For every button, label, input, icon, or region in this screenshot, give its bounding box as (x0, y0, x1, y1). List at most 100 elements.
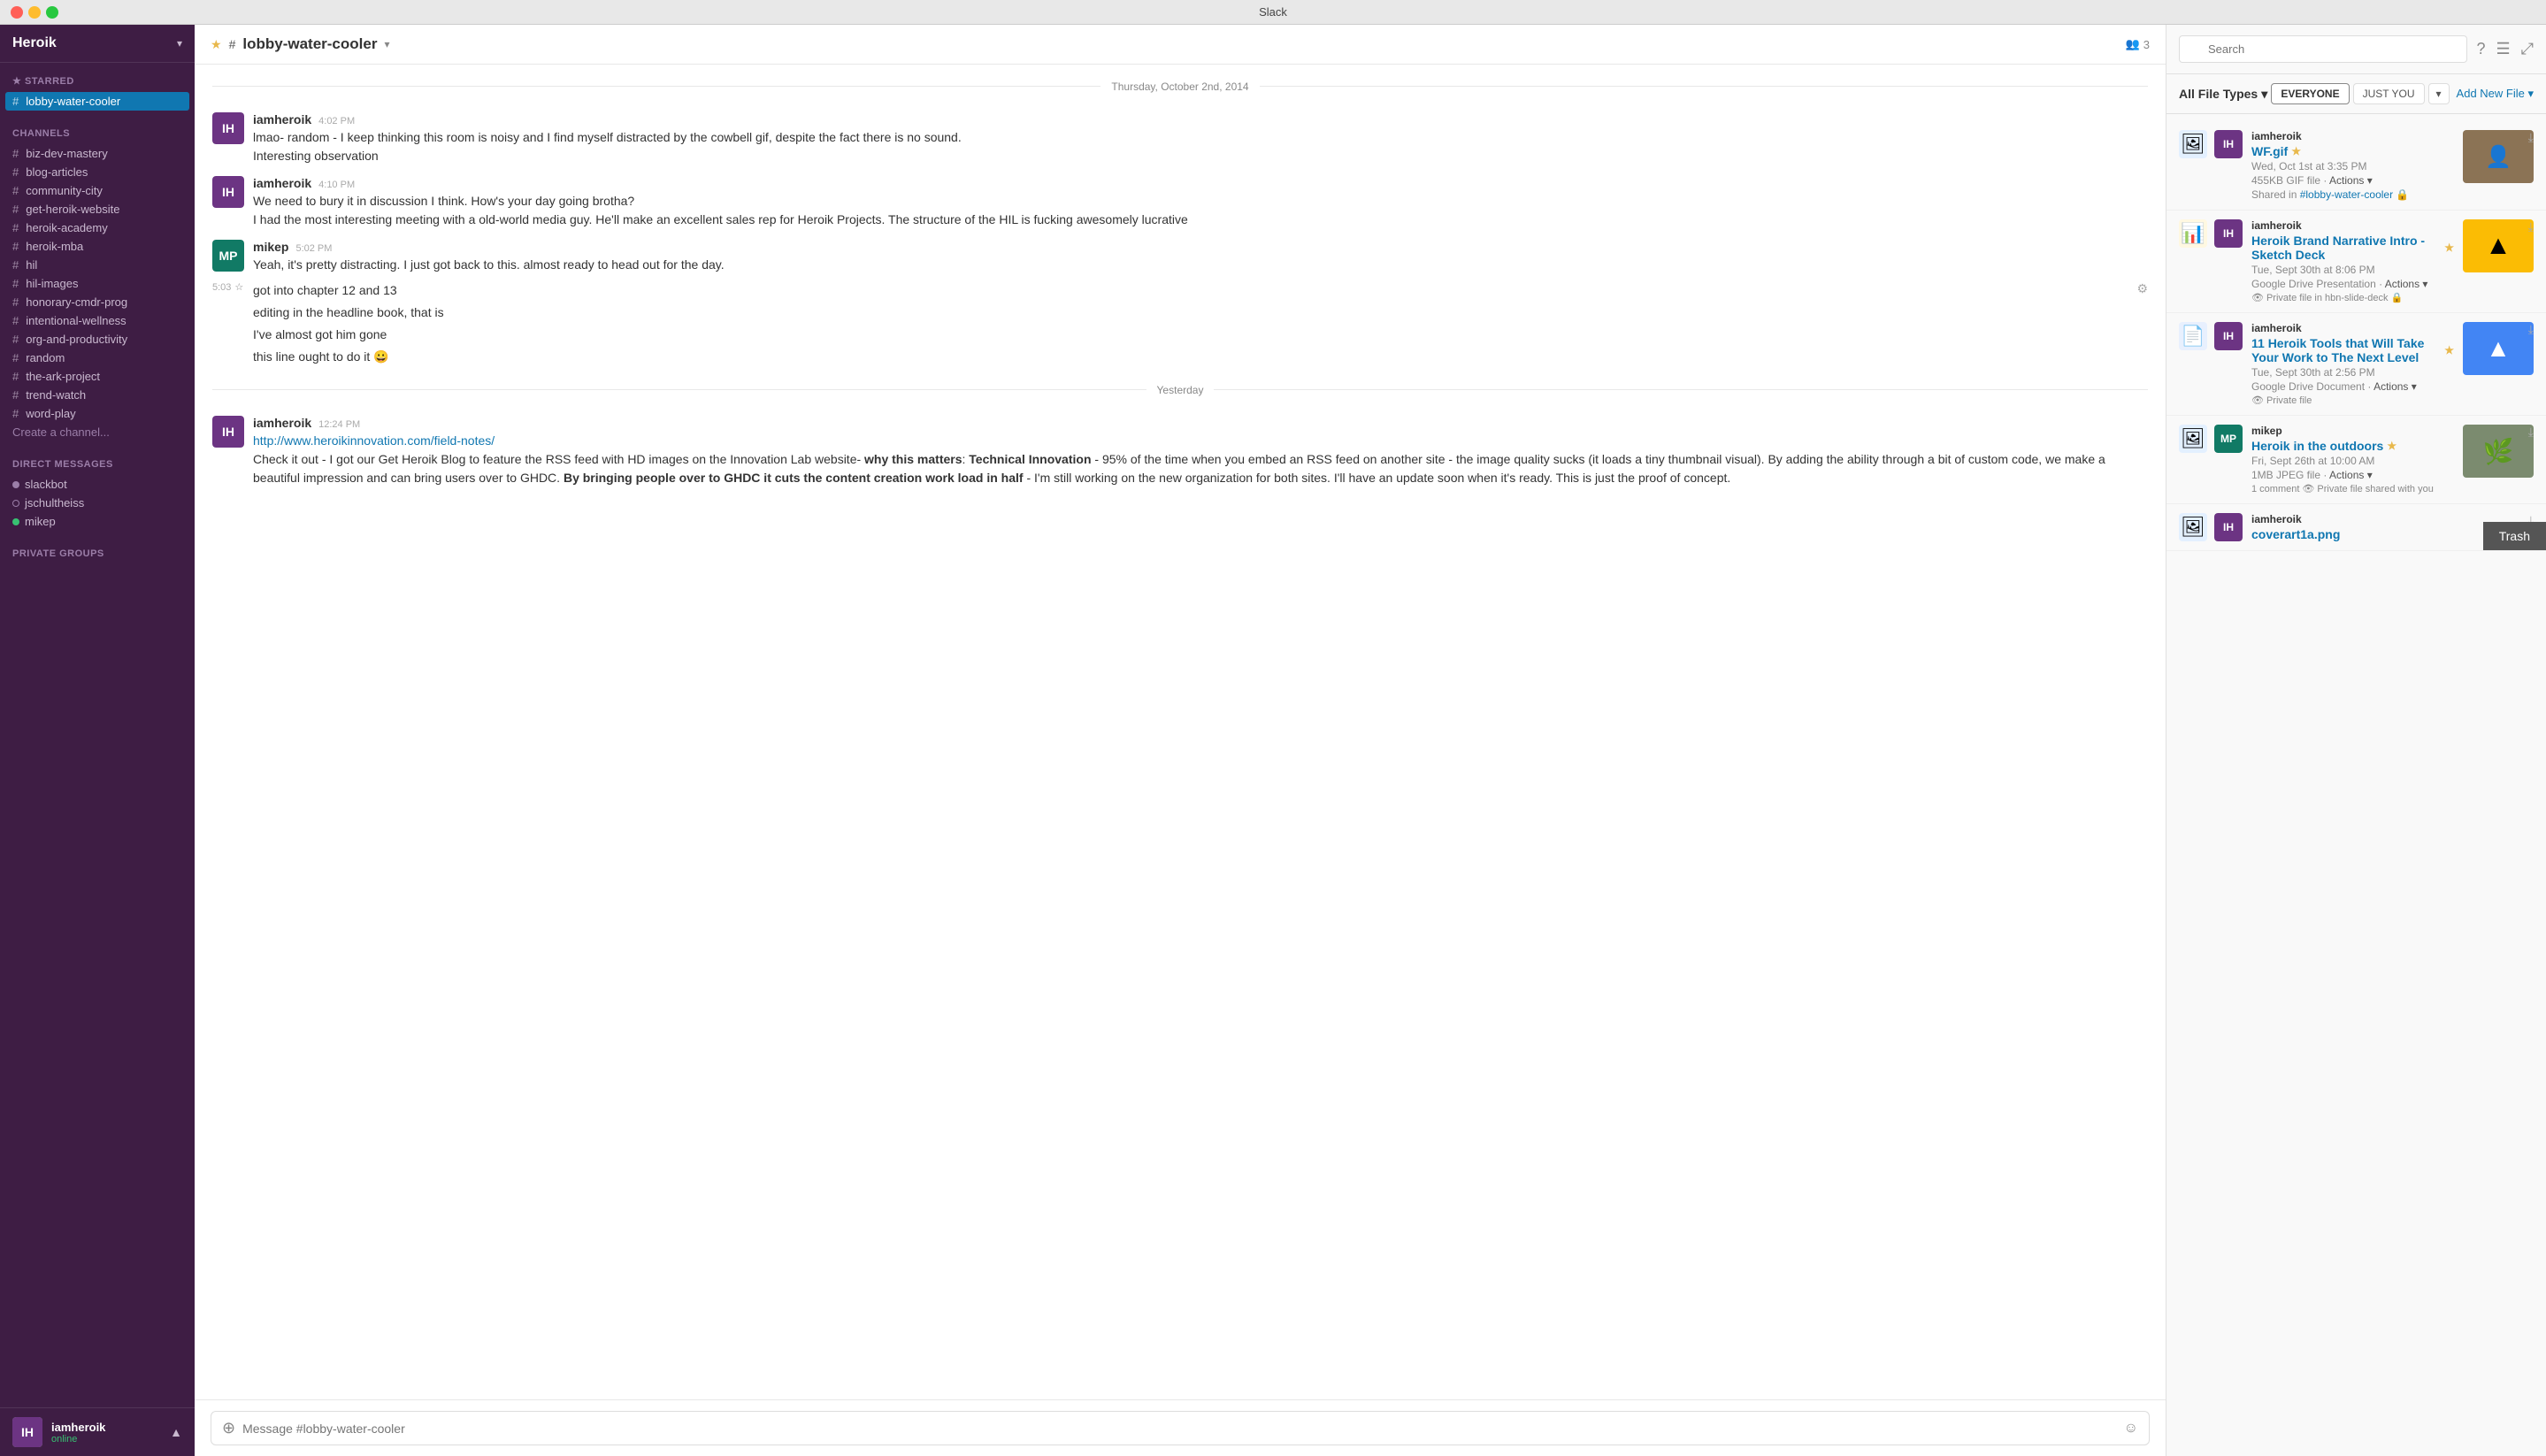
filter-just-you-tab[interactable]: JUST YOU (2353, 83, 2425, 104)
file-item-left: 📄 IH (2179, 322, 2243, 406)
star-icon[interactable]: ★ (2291, 145, 2301, 157)
download-icon[interactable]: ⤓ (2528, 130, 2534, 145)
dm-item-jschultheiss[interactable]: jschultheiss (0, 494, 195, 512)
actions-link[interactable]: Actions ▾ (2385, 278, 2428, 290)
status-dot-icon (12, 500, 19, 507)
sidebar-item-biz-dev-mastery[interactable]: # biz-dev-mastery (0, 144, 195, 163)
filter-everyone-tab[interactable]: EVERYONE (2271, 83, 2349, 104)
search-input[interactable] (2179, 35, 2467, 63)
close-button[interactable] (11, 6, 23, 19)
sidebar-item-heroik-mba[interactable]: # heroik-mba (0, 237, 195, 256)
file-type-meta: Google Drive Document Actions Google Dri… (2251, 380, 2454, 393)
add-attachment-icon[interactable]: ⊕ (222, 1419, 235, 1437)
expand-icon[interactable]: ⤢ (2521, 40, 2534, 58)
maximize-button[interactable] (46, 6, 58, 19)
window-controls[interactable] (11, 6, 58, 19)
sidebar-header[interactable]: Heroik ▾ (0, 25, 195, 63)
team-chevron-icon[interactable]: ▾ (177, 37, 182, 50)
list-icon[interactable]: ☰ (2496, 40, 2510, 58)
channels-section: CHANNELS # biz-dev-mastery # blog-articl… (0, 116, 195, 447)
continuation-message: this line ought to do it 😀 (212, 346, 2148, 368)
sidebar-item-get-heroik-website[interactable]: # get-heroik-website (0, 200, 195, 218)
file-name-link[interactable]: Heroik in the outdoors ★ (2251, 439, 2454, 453)
message-text: got into chapter 12 and 13 (253, 281, 397, 300)
file-name-link[interactable]: WF.gif ★ (2251, 144, 2454, 158)
file-item-wf-gif: 🖼 IH iamheroik WF.gif ★ Wed, Oct 1st at … (2166, 121, 2546, 211)
channel-link[interactable]: #lobby-water-cooler (2300, 188, 2393, 201)
sidebar-item-the-ark-project[interactable]: # the-ark-project (0, 367, 195, 386)
file-item-info: iamheroik 11 Heroik Tools that Will Take… (2251, 322, 2454, 406)
date-divider-2: Yesterday (212, 382, 2148, 396)
sidebar-item-honorary-cmdr-prog[interactable]: # honorary-cmdr-prog (0, 293, 195, 311)
sidebar-item-lobby-water-cooler[interactable]: # lobby-water-cooler (5, 92, 189, 111)
message-text: We need to bury it in discussion I think… (253, 192, 2148, 211)
star-icon[interactable]: ☆ (234, 281, 243, 293)
channel-name: lobby-water-cooler (242, 35, 377, 53)
sidebar-item-org-and-productivity[interactable]: # org-and-productivity (0, 330, 195, 349)
file-item-left: 📊 IH (2179, 219, 2243, 303)
star-icon[interactable]: ★ (2444, 241, 2454, 254)
download-icon[interactable]: ⤓ (2528, 425, 2534, 440)
sidebar-item-intentional-wellness[interactable]: # intentional-wellness (0, 311, 195, 330)
file-type-icon: 📊 (2179, 219, 2207, 248)
expand-icon[interactable]: ▲ (170, 1425, 182, 1439)
hash-icon: # (12, 240, 19, 253)
sidebar-item-word-play[interactable]: # word-play (0, 404, 195, 423)
file-date: Fri, Sept 26th at 10:00 AM (2251, 455, 2454, 467)
hash-icon: # (12, 388, 19, 402)
channel-chevron-icon[interactable]: ▾ (384, 38, 389, 50)
user-info: iamheroik online (51, 1421, 161, 1445)
trash-button[interactable]: Trash (2483, 522, 2546, 550)
sidebar-item-blog-articles[interactable]: # blog-articles (0, 163, 195, 181)
file-user-avatar: IH (2214, 513, 2243, 541)
sidebar-item-community-city[interactable]: # community-city (0, 181, 195, 200)
actions-link[interactable]: Actions ▾ (2373, 380, 2417, 393)
avatar-image: IH (2214, 219, 2243, 248)
message-group: MP mikep 5:02 PM Yeah, it's pretty distr… (212, 234, 2148, 280)
gear-icon[interactable]: ⚙ (2136, 281, 2148, 296)
filter-more-button[interactable]: ▾ (2428, 83, 2450, 104)
sidebar-item-heroik-academy[interactable]: # heroik-academy (0, 218, 195, 237)
message-time: 4:10 PM (318, 180, 355, 190)
members-count[interactable]: 👥 3 (2126, 37, 2150, 51)
emoji-icon[interactable]: ☺ (2124, 1421, 2138, 1437)
chat-header-actions: 👥 3 (2126, 37, 2150, 51)
file-type-meta: 1MB JPEG file · Actions ▾ (2251, 469, 2454, 481)
file-name-link[interactable]: 11 Heroik Tools that Will Take Your Work… (2251, 336, 2454, 364)
main-chat: ★ # lobby-water-cooler ▾ 👥 3 Thursday, O… (195, 25, 2166, 1456)
channel-star-icon[interactable]: ★ (211, 37, 222, 52)
sidebar-item-hil-images[interactable]: # hil-images (0, 274, 195, 293)
sidebar-item-hil[interactable]: # hil (0, 256, 195, 274)
field-notes-link[interactable]: http://www.heroikinnovation.com/field-no… (253, 433, 495, 448)
star-icon[interactable]: ★ (2444, 344, 2454, 356)
file-type-dropdown[interactable]: All File Types ▾ (2179, 87, 2267, 102)
sidebar-item-random[interactable]: # random (0, 349, 195, 367)
actions-link[interactable]: Actions ▾ (2329, 174, 2373, 187)
actions-link[interactable]: Actions ▾ (2329, 469, 2373, 481)
message-link[interactable]: http://www.heroikinnovation.com/field-no… (253, 432, 2148, 450)
minimize-button[interactable] (28, 6, 41, 19)
file-item-left: 🖼 MP (2179, 425, 2243, 494)
hash-icon: # (12, 95, 19, 108)
sidebar-item-trend-watch[interactable]: # trend-watch (0, 386, 195, 404)
file-name-link[interactable]: Heroik Brand Narrative Intro - Sketch De… (2251, 234, 2454, 262)
create-channel-link[interactable]: Create a channel... (0, 423, 195, 441)
add-file-button[interactable]: Add New File ▾ (2457, 87, 2534, 101)
file-username: iamheroik (2251, 322, 2454, 334)
message-input[interactable] (242, 1422, 2117, 1436)
avatar-image: IH (2214, 322, 2243, 350)
help-icon[interactable]: ? (2476, 40, 2485, 58)
chat-header: ★ # lobby-water-cooler ▾ 👥 3 (195, 25, 2166, 65)
dm-item-slackbot[interactable]: slackbot (0, 475, 195, 494)
hash-icon: # (12, 258, 19, 272)
file-type-meta: Google Drive Presentation Actions Google… (2251, 278, 2454, 290)
sidebar-footer: IH iamheroik online ▲ (0, 1407, 195, 1456)
download-icon[interactable]: ⤓ (2528, 322, 2534, 337)
channels-label: CHANNELS (0, 128, 195, 144)
dm-item-mikep[interactable]: mikep (0, 512, 195, 531)
eye-icon: 👁 (2302, 483, 2314, 494)
download-icon[interactable]: ⤓ (2528, 219, 2534, 234)
star-icon[interactable]: ★ (2387, 440, 2396, 452)
message-header: iamheroik 12:24 PM (253, 416, 2148, 430)
avatar-image: IH (212, 176, 244, 208)
